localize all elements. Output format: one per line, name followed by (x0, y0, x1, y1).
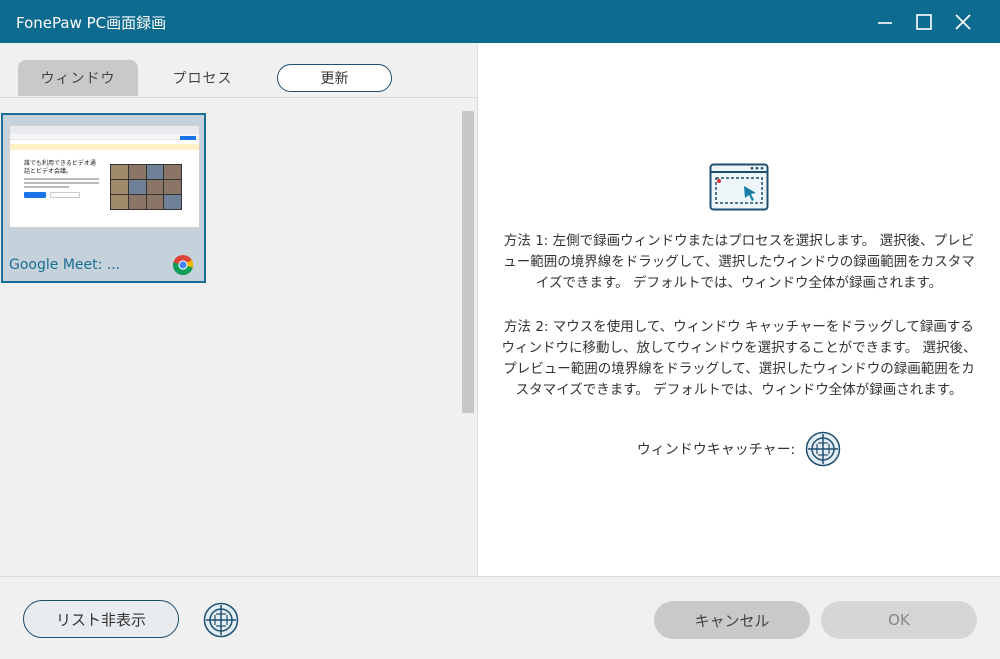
cancel-button[interactable]: キャンセル (654, 601, 810, 639)
thumbnail-heading: 誰でも利用できるビデオ通話とビデオ会議。 (24, 160, 96, 175)
tab-process[interactable]: プロセス (150, 60, 255, 96)
minimize-button[interactable] (871, 8, 899, 36)
window-catcher-row: ウィンドウキャッチャー: (478, 431, 1000, 467)
refresh-button[interactable]: 更新 (277, 64, 392, 92)
footer-bar: リスト非表示 キャンセル OK (0, 576, 1000, 659)
window-thumbnail: 誰でも利用できるビデオ通話とビデオ会議。 (9, 125, 200, 228)
close-icon (955, 14, 971, 30)
instructions-panel: 方法 1: 左側で録画ウィンドウまたはプロセスを選択します。 選択後、プレビュー… (478, 43, 1000, 576)
hide-list-button[interactable]: リスト非表示 (23, 600, 179, 638)
window-catcher-label: ウィンドウキャッチャー: (636, 442, 796, 458)
ok-button[interactable]: OK (821, 601, 977, 639)
title-bar: FonePaw PC画面録画 (0, 0, 1000, 43)
app-title: FonePaw PC画面録画 (16, 14, 167, 32)
method-1-text: 方法 1: 左側で録画ウィンドウまたはプロセスを選択します。 選択後、プレビュー… (503, 233, 975, 291)
window-catcher-icon[interactable] (805, 431, 841, 467)
tab-window[interactable]: ウィンドウ (18, 60, 138, 96)
window-list-item[interactable]: 誰でも利用できるビデオ通話とビデオ会議。 Google Meet: ... (1, 113, 206, 283)
maximize-icon (916, 14, 932, 30)
window-list-item-label: Google Meet: ... (9, 257, 121, 273)
window-select-icon (709, 163, 769, 211)
maximize-button[interactable] (910, 8, 938, 36)
tab-bar: ウィンドウ プロセス 更新 (0, 43, 478, 98)
window-catcher-icon[interactable] (203, 602, 239, 638)
method-2-text: 方法 2: マウスを使用して、ウィンドウ キャッチャーをドラッグして録画するウィ… (501, 319, 977, 398)
minimize-icon (878, 22, 892, 24)
chrome-icon (172, 255, 194, 276)
list-scrollbar[interactable] (462, 111, 474, 413)
close-button[interactable] (949, 8, 977, 36)
window-list-panel: ウィンドウ プロセス 更新 誰でも利用できるビデオ通話とビデオ会議。 Googl… (0, 43, 478, 576)
